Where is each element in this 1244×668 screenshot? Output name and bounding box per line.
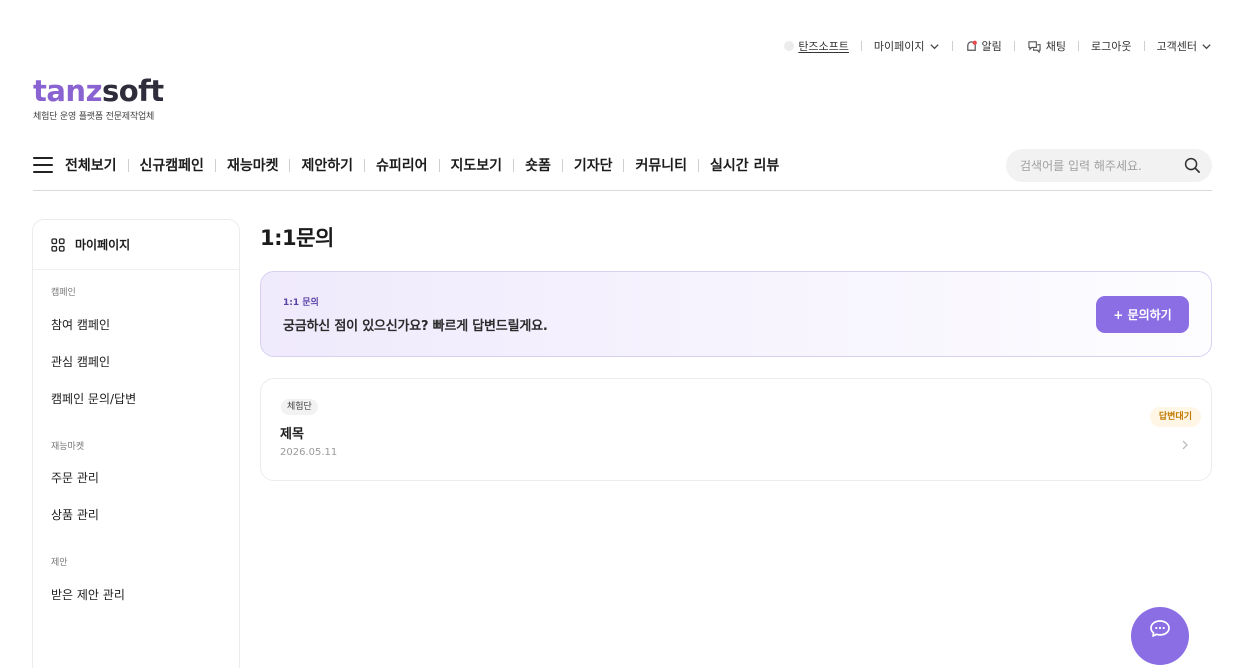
nav-divider: [513, 158, 515, 172]
mypage-sidebar: 마이페이지 캠페인 참여 캠페인 관심 캠페인 캠페인 문의/답변 재능마켓 주…: [32, 219, 240, 668]
status-badge: 답변대기: [1149, 407, 1201, 427]
floating-chat-button[interactable]: [1131, 607, 1189, 665]
sidebar-item-orders[interactable]: 주문 관리: [51, 469, 99, 486]
sidebar-item-campaign-qna[interactable]: 캠페인 문의/답변: [51, 390, 136, 407]
inquiry-title: 제목: [280, 427, 304, 442]
nav-items: 전체보기 신규캠페인 재능마켓 제안하기 슈피리어 지도보기 숏폼 기자단 커뮤…: [65, 148, 779, 182]
bell-icon: [966, 40, 977, 51]
sidebar-header: 마이페이지: [33, 220, 239, 270]
site-logo[interactable]: tanzsoft 체험단 운영 플랫폼 전문제작업체: [33, 74, 164, 122]
support-menu[interactable]: 고객센터: [1157, 38, 1212, 54]
nav-item-live-review[interactable]: 실시간 리뷰: [710, 155, 779, 175]
logout-label: 로그아웃: [1091, 40, 1132, 53]
sidebar-item-products[interactable]: 상품 관리: [51, 506, 99, 523]
banner-text: 궁금하신 점이 있으신가요? 빠르게 답변드릴게요.: [283, 319, 548, 334]
chevron-down-icon: [929, 43, 939, 49]
hamburger-icon[interactable]: [33, 157, 53, 173]
main-nav: 전체보기 신규캠페인 재능마켓 제안하기 슈피리어 지도보기 숏폼 기자단 커뮤…: [33, 148, 1212, 191]
grid-icon: [51, 237, 65, 252]
sidebar-group-talent-market: 재능마켓: [51, 442, 85, 452]
sidebar-title: 마이페이지: [75, 238, 131, 252]
nav-divider: [623, 158, 625, 172]
search-box: [1006, 149, 1212, 182]
nav-divider: [438, 158, 440, 172]
util-divider: [1013, 41, 1015, 51]
nav-item-new-campaign[interactable]: 신규캠페인: [140, 155, 204, 175]
page-title: 1:1문의: [260, 226, 334, 250]
nav-divider: [289, 158, 291, 172]
logo-word-tanz: tanz: [33, 74, 102, 108]
sidebar-item-received-proposals[interactable]: 받은 제안 관리: [51, 586, 125, 603]
search-icon[interactable]: [1182, 156, 1202, 176]
nav-item-proposal[interactable]: 제안하기: [301, 155, 353, 175]
alarm-link[interactable]: 알림: [965, 38, 1002, 54]
nav-divider: [364, 158, 365, 172]
logo-word-soft: soft: [101, 74, 164, 108]
nav-item-map[interactable]: 지도보기: [451, 155, 503, 175]
nav-item-shortform[interactable]: 숏폼: [525, 155, 551, 175]
banner-label: 1:1 문의: [283, 298, 319, 308]
search-input[interactable]: [1020, 158, 1182, 173]
chat-bubble-icon: [1150, 620, 1170, 637]
nav-item-community[interactable]: 커뮤니티: [635, 155, 687, 175]
brand-dot-icon: [784, 41, 795, 51]
nav-item-superior[interactable]: 슈피리어: [376, 155, 428, 175]
logo-wordmark: tanzsoft: [33, 74, 164, 108]
nav-item-all[interactable]: 전체보기: [65, 155, 117, 175]
nav-divider: [214, 158, 216, 172]
chat-icon: [1028, 40, 1041, 53]
chat-label: 채팅: [1045, 40, 1067, 53]
chevron-right-icon: [1182, 440, 1188, 450]
brand-link-label: 탄즈소프트: [798, 40, 849, 53]
alarm-label: 알림: [981, 40, 1002, 53]
nav-item-talent-market[interactable]: 재능마켓: [227, 155, 279, 175]
sidebar-item-interest-campaigns[interactable]: 관심 캠페인: [51, 353, 110, 370]
mypage-menu[interactable]: 마이페이지: [874, 38, 940, 54]
nav-item-reporters[interactable]: 기자단: [574, 155, 613, 175]
logout-link[interactable]: 로그아웃: [1091, 38, 1131, 54]
sidebar-group-proposal: 제안: [51, 558, 68, 568]
inquiry-banner: 1:1 문의 궁금하신 점이 있으신가요? 빠르게 답변드릴게요. + 문의하기: [260, 271, 1212, 357]
chat-link[interactable]: 채팅: [1027, 38, 1066, 54]
chevron-down-icon: [1202, 43, 1211, 49]
utility-bar: 탄즈소프트 마이페이지 알림 채팅 로그아웃 고객센터: [784, 36, 1212, 56]
new-inquiry-button[interactable]: + 문의하기: [1096, 296, 1189, 333]
util-divider: [1143, 41, 1145, 51]
util-divider: [1078, 41, 1080, 51]
util-divider: [951, 41, 953, 51]
sidebar-item-joined-campaigns[interactable]: 참여 캠페인: [51, 316, 110, 333]
inquiry-category-badge: 체험단: [281, 399, 318, 415]
sidebar-group-campaign: 캠페인: [51, 288, 76, 298]
brand-link[interactable]: 탄즈소프트: [784, 38, 849, 54]
util-divider: [860, 41, 862, 51]
mypage-label: 마이페이지: [873, 40, 925, 53]
inquiry-card[interactable]: 체험단 제목 2026.05.11 답변대기: [260, 378, 1212, 481]
inquiry-date: 2026.05.11: [280, 447, 338, 458]
nav-divider: [127, 158, 129, 172]
nav-divider: [561, 158, 563, 172]
logo-tagline: 체험단 운영 플랫폼 전문제작업체: [33, 112, 155, 122]
nav-divider: [698, 158, 699, 172]
support-label: 고객센터: [1156, 40, 1197, 53]
